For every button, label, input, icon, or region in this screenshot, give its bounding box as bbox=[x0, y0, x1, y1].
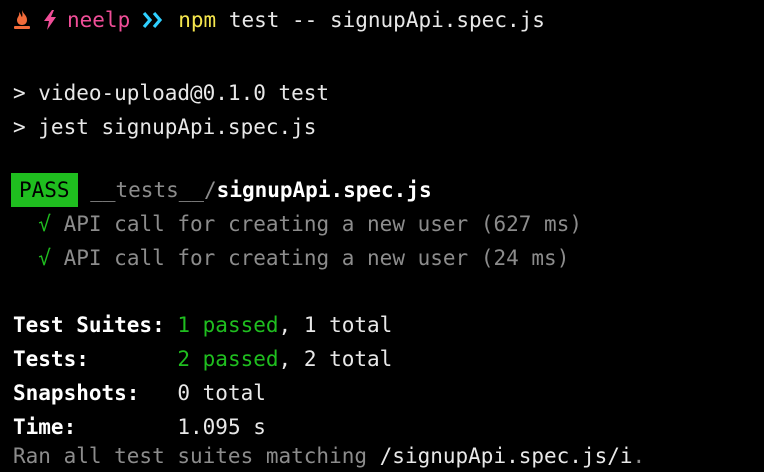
jest-line: > jest signupApi.spec.js bbox=[13, 115, 317, 139]
summary-time-value: 1.095 s bbox=[177, 415, 266, 439]
summary-suites-passed: 1 passed bbox=[177, 313, 279, 337]
summary-snapshots: Snapshots: 0 total bbox=[13, 376, 266, 410]
bolt-icon bbox=[44, 10, 56, 30]
flame-icon bbox=[14, 10, 30, 29]
ran-all-pattern: /signupApi.spec.js/i bbox=[379, 444, 633, 468]
ran-all-prefix: Ran all test suites matching bbox=[13, 444, 380, 468]
test-case-name: API call for creating a new user (24 ms) bbox=[63, 246, 570, 270]
test-case-name: API call for creating a new user (627 ms… bbox=[63, 212, 582, 236]
chevron-icon bbox=[143, 11, 163, 29]
prompt-command: npm bbox=[178, 8, 217, 32]
ran-all-suffix: . bbox=[632, 444, 646, 468]
summary-snapshots-value: 0 total bbox=[177, 381, 266, 405]
result-line: PASS __tests__/signupApi.spec.js bbox=[11, 173, 432, 207]
summary-suites-label: Test Suites: bbox=[13, 313, 178, 337]
script-line: > video-upload@0.1.0 test bbox=[13, 81, 330, 105]
pass-badge: PASS bbox=[11, 173, 78, 207]
ran-all-line: Ran all test suites matching /signupApi.… bbox=[13, 439, 645, 472]
summary-time-label: Time: bbox=[13, 415, 178, 439]
test-case: √ API call for creating a new user (627 … bbox=[13, 207, 582, 241]
prompt-args: test -- signupApi.spec.js bbox=[228, 8, 545, 32]
summary-suites: Test Suites: 1 passed, 1 total bbox=[13, 308, 392, 342]
test-path-prefix: __tests__/ bbox=[90, 178, 217, 202]
terminal-window[interactable]: neelp npm test -- signupApi.spec.js > vid… bbox=[0, 0, 764, 472]
summary-tests-total: , 2 total bbox=[278, 347, 393, 371]
test-file-name: signupApi.spec.js bbox=[216, 178, 432, 202]
summary-suites-total: , 1 total bbox=[278, 313, 393, 337]
prompt-user: neelp bbox=[67, 8, 131, 32]
summary-snapshots-label: Snapshots: bbox=[13, 381, 178, 405]
summary-tests: Tests: 2 passed, 2 total bbox=[13, 342, 392, 376]
summary-tests-label: Tests: bbox=[13, 347, 178, 371]
check-icon: √ bbox=[38, 246, 51, 270]
check-icon: √ bbox=[38, 212, 51, 236]
summary-tests-passed: 2 passed bbox=[177, 347, 279, 371]
test-case: √ API call for creating a new user (24 m… bbox=[13, 241, 569, 275]
prompt-line: neelp npm test -- signupApi.spec.js bbox=[13, 3, 545, 37]
